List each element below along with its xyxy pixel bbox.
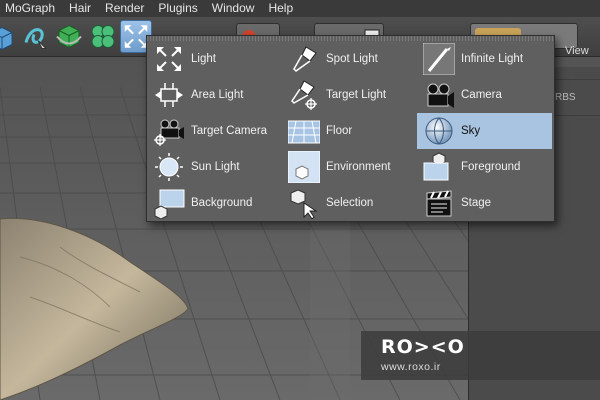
menu-item-camera[interactable]: Camera xyxy=(417,77,552,113)
generator-tool-icon[interactable] xyxy=(53,20,85,53)
watermark: RO><O www.roxo.ir xyxy=(361,331,600,380)
cube-tool-icon[interactable] xyxy=(0,20,18,53)
watermark-logo: RO><O xyxy=(381,336,465,358)
menu-item-label: Background xyxy=(191,197,253,209)
watermark-url: www.roxo.ir xyxy=(381,361,441,373)
menu-item-label: Sun Light xyxy=(191,161,240,173)
spline-pen-tool-icon[interactable] xyxy=(20,20,52,53)
menu-item-foreground[interactable]: Foreground xyxy=(417,149,552,185)
menu-item-background[interactable]: Background xyxy=(147,185,282,221)
selection-icon xyxy=(288,187,320,220)
menu-bar: MoGraph Hair Render Plugins Window Help xyxy=(0,0,600,17)
menu-item-sun-light[interactable]: Sun Light xyxy=(147,149,282,185)
target-camera-icon xyxy=(153,115,185,147)
menu-item-label: Camera xyxy=(461,89,502,101)
menu-item-light[interactable]: Light xyxy=(147,41,282,77)
menu-item-label: Selection xyxy=(326,197,374,209)
view-tab[interactable]: View xyxy=(565,45,589,57)
light-icon xyxy=(153,43,185,75)
menu-item-environment[interactable]: Environment xyxy=(282,149,417,185)
menu-item-stage[interactable]: Stage xyxy=(417,185,552,221)
area-light-icon xyxy=(153,79,185,111)
sun-light-icon xyxy=(153,151,185,183)
sky-icon xyxy=(423,115,455,147)
menu-hair[interactable]: Hair xyxy=(62,0,98,17)
menu-item-label: Spot Light xyxy=(326,53,378,65)
menu-item-label: Environment xyxy=(326,161,391,173)
menu-item-target-light[interactable]: Target Light xyxy=(282,77,417,113)
menu-item-sky[interactable]: Sky xyxy=(417,113,552,149)
target-light-icon xyxy=(288,79,320,111)
menu-item-label: Foreground xyxy=(461,161,521,173)
menu-mograph[interactable]: MoGraph xyxy=(0,0,62,17)
spot-light-icon xyxy=(288,43,320,75)
menu-item-label: Target Camera xyxy=(191,125,268,137)
menu-item-area-light[interactable]: Area Light xyxy=(147,77,282,113)
pillow-model[interactable] xyxy=(0,217,189,400)
menu-item-label: Stage xyxy=(461,197,492,209)
foreground-icon xyxy=(423,151,455,183)
menu-item-label: Sky xyxy=(461,125,481,137)
menu-item-label: Light xyxy=(191,53,216,65)
stage-icon xyxy=(423,187,455,219)
infinite-light-icon xyxy=(422,42,456,76)
menu-item-target-camera[interactable]: Target Camera xyxy=(147,113,282,149)
panel-partial-label: RBS xyxy=(555,92,576,103)
menu-item-spot-light[interactable]: Spot Light xyxy=(282,41,417,77)
menu-plugins[interactable]: Plugins xyxy=(151,0,204,17)
menu-render[interactable]: Render xyxy=(98,0,151,17)
floor-icon xyxy=(287,115,321,147)
menu-item-label: Infinite Light xyxy=(461,53,524,65)
menu-item-floor[interactable]: Floor xyxy=(282,113,417,149)
menu-item-selection[interactable]: Selection xyxy=(282,185,417,221)
menu-window[interactable]: Window xyxy=(205,0,262,17)
environment-icon xyxy=(287,150,321,184)
menu-help[interactable]: Help xyxy=(261,0,300,17)
menu-item-label: Area Light xyxy=(191,89,244,101)
menu-item-label: Floor xyxy=(326,125,353,137)
cloner-tool-icon[interactable] xyxy=(87,20,119,53)
background-icon xyxy=(153,187,185,220)
light-objects-menu: Light Area Light Target Camera Sun Light… xyxy=(146,35,555,222)
menu-item-infinite-light[interactable]: Infinite Light xyxy=(417,41,552,77)
menu-item-label: Target Light xyxy=(326,89,387,101)
camera-icon xyxy=(423,79,455,111)
